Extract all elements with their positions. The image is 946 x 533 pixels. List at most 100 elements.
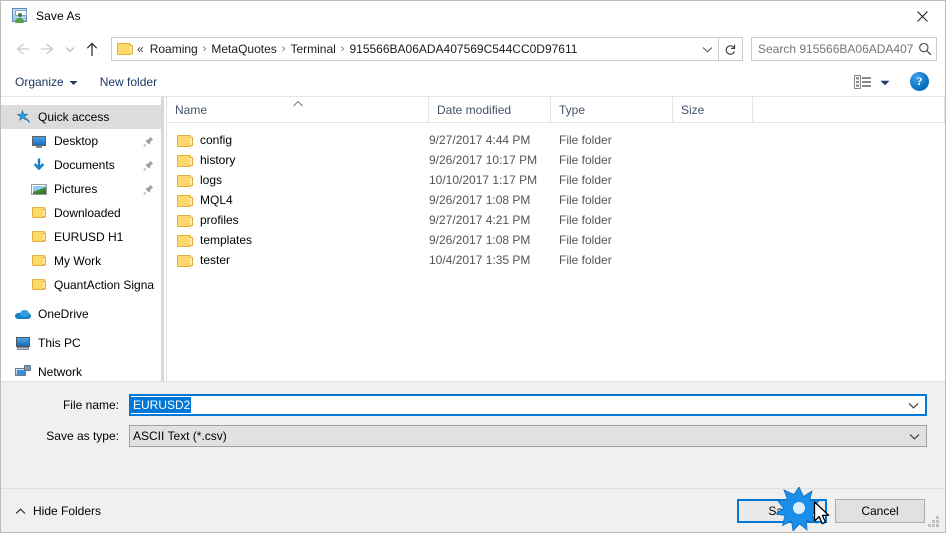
sidebar-item-network[interactable]: Network <box>1 360 161 381</box>
navigation-bar: « Roaming › MetaQuotes › Terminal › 9155… <box>1 31 945 67</box>
sidebar-item-label: My Work <box>54 254 102 268</box>
folder-icon <box>177 233 193 248</box>
sidebar-item-this-pc[interactable]: This PC <box>1 331 161 355</box>
table-row[interactable]: logs 10/10/2017 1:17 PM File folder <box>167 170 945 190</box>
breadcrumb-item-terminal-id[interactable]: 915566BA06ADA407569C544CC0D97611 <box>346 38 580 60</box>
view-caret-down-icon[interactable] <box>880 75 890 89</box>
sidebar-item-eurusd-h1[interactable]: EURUSD H1 <box>1 225 161 249</box>
sort-ascending-icon <box>291 96 304 110</box>
column-header-size[interactable]: Size <box>673 97 753 123</box>
table-row[interactable]: config 9/27/2017 4:44 PM File folder <box>167 130 945 150</box>
column-header-label: Date modified <box>437 103 512 117</box>
column-header-type[interactable]: Type <box>551 97 673 123</box>
sidebar-item-pictures[interactable]: Pictures <box>1 177 161 201</box>
folder-icon <box>117 42 133 56</box>
file-type: File folder <box>559 153 612 167</box>
file-type: File folder <box>559 193 612 207</box>
save-button[interactable]: Save <box>737 498 827 523</box>
sidebar-item-downloaded[interactable]: Downloaded <box>1 201 161 225</box>
search-input[interactable]: Search 915566BA06ADA40756... <box>752 42 914 56</box>
folder-icon <box>177 153 193 168</box>
folder-icon <box>177 193 193 208</box>
chevron-down-icon[interactable] <box>61 36 79 62</box>
arrow-left-icon[interactable] <box>9 36 35 62</box>
folder-icon <box>177 133 193 148</box>
chevron-down-icon[interactable] <box>901 396 925 414</box>
navigation-sidebar: Quick access Desktop Documents Pictures … <box>1 97 161 381</box>
caret-down-icon <box>69 75 78 89</box>
star-pin-icon <box>15 109 31 125</box>
table-row[interactable]: profiles 9/27/2017 4:21 PM File folder <box>167 210 945 230</box>
sidebar-item-quick-access[interactable]: Quick access <box>1 105 161 129</box>
column-header-name[interactable]: Name <box>167 97 429 123</box>
breadcrumb-item-terminal[interactable]: Terminal <box>287 38 338 60</box>
table-row[interactable]: tester 10/4/2017 1:35 PM File folder <box>167 250 945 270</box>
file-type: File folder <box>559 233 612 247</box>
organize-button[interactable]: Organize <box>15 75 78 89</box>
arrow-right-icon[interactable] <box>35 36 61 62</box>
title-bar: Save As <box>1 1 945 31</box>
breadcrumb-prefix: « <box>137 42 144 56</box>
save-as-type-select[interactable]: ASCII Text (*.csv) <box>129 425 927 447</box>
file-type: File folder <box>559 253 612 267</box>
search-box[interactable]: Search 915566BA06ADA40756... <box>751 37 937 61</box>
resize-grip-icon[interactable] <box>928 516 941 529</box>
folder-icon <box>177 213 193 228</box>
folder-icon <box>31 229 47 245</box>
breadcrumb-separator[interactable]: › <box>280 38 288 60</box>
close-icon[interactable] <box>899 1 945 31</box>
table-row[interactable]: history 9/26/2017 10:17 PM File folder <box>167 150 945 170</box>
search-icon[interactable] <box>914 42 936 56</box>
save-as-dialog: Save As « Roaming › MetaQuotes › Termina <box>0 0 946 533</box>
view-layout-icon[interactable] <box>852 73 874 91</box>
breadcrumb-separator[interactable]: › <box>339 38 347 60</box>
refresh-icon[interactable] <box>719 37 743 61</box>
sidebar-item-label: Quick access <box>38 110 110 124</box>
file-name: MQL4 <box>200 193 233 207</box>
table-row[interactable]: templates 9/26/2017 1:08 PM File folder <box>167 230 945 250</box>
file-name-cell: logs <box>167 173 429 188</box>
help-icon[interactable]: ? <box>910 72 929 91</box>
address-bar[interactable]: « Roaming › MetaQuotes › Terminal › 9155… <box>111 37 719 61</box>
hide-folders-button[interactable]: Hide Folders <box>15 504 101 518</box>
file-name-input[interactable]: EURUSD2 <box>129 394 927 416</box>
file-date: 9/26/2017 1:08 PM <box>429 233 531 247</box>
sidebar-item-label: Desktop <box>54 134 99 148</box>
pin-icon[interactable] <box>141 184 155 195</box>
folder-icon <box>177 173 193 188</box>
pin-icon[interactable] <box>141 136 155 147</box>
pin-icon[interactable] <box>141 160 155 171</box>
sidebar-item-label: Downloaded <box>54 206 121 220</box>
file-name: history <box>200 153 236 167</box>
this-pc-icon <box>15 335 31 351</box>
sidebar-item-label: OneDrive <box>38 307 89 321</box>
file-date: 10/4/2017 1:35 PM <box>429 253 531 267</box>
table-row[interactable]: MQL4 9/26/2017 1:08 PM File folder <box>167 190 945 210</box>
breadcrumb-item-metaquotes[interactable]: MetaQuotes <box>208 38 279 60</box>
file-name-value[interactable]: EURUSD2 <box>131 397 192 413</box>
breadcrumb-item-roaming[interactable]: Roaming <box>147 38 201 60</box>
column-header-date-modified[interactable]: Date modified <box>429 97 551 123</box>
breadcrumb-separator[interactable]: › <box>201 38 209 60</box>
sidebar-item-quantaction-signal[interactable]: QuantAction Signal <box>1 273 161 297</box>
organize-label: Organize <box>15 74 64 89</box>
address-dropdown-icon[interactable] <box>696 38 718 60</box>
sidebar-item-label: Network <box>38 365 83 379</box>
dialog-footer: Hide Folders Save Cancel <box>1 488 945 532</box>
sidebar-item-my-work[interactable]: My Work <box>1 249 161 273</box>
arrow-up-icon[interactable] <box>79 36 105 62</box>
cancel-button[interactable]: Cancel <box>835 498 925 523</box>
sidebar-item-desktop[interactable]: Desktop <box>1 129 161 153</box>
chevron-down-icon[interactable] <box>902 426 926 446</box>
sidebar-item-documents[interactable]: Documents <box>1 153 161 177</box>
file-type: File folder <box>559 133 612 147</box>
new-folder-button[interactable]: New folder <box>100 75 157 89</box>
command-bar: Organize New folder ? <box>1 67 945 97</box>
sidebar-item-onedrive[interactable]: OneDrive <box>1 302 161 326</box>
file-name: tester <box>200 253 231 267</box>
pictures-icon <box>31 181 47 197</box>
file-name-cell: MQL4 <box>167 193 429 208</box>
file-name-row: File name: EURUSD2 <box>19 394 927 416</box>
file-type: File folder <box>559 173 612 187</box>
file-date: 9/26/2017 1:08 PM <box>429 193 531 207</box>
